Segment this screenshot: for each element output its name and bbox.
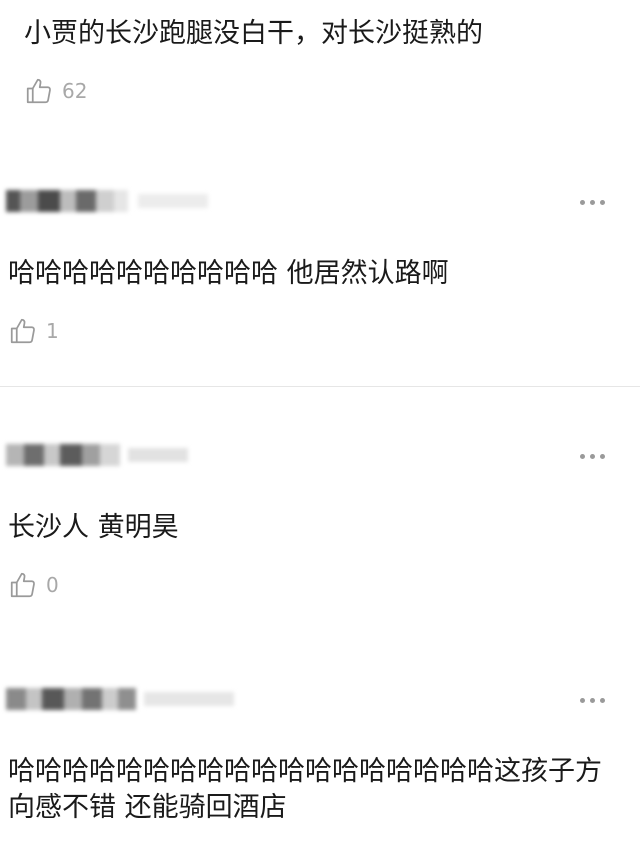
like-count: 1 [46,319,59,343]
like-button[interactable]: 62 [24,76,87,106]
comment-text: 小贾的长沙跑腿没白干，对长沙挺熟的 [24,18,483,49]
thumbs-up-icon [26,78,51,104]
comment-text: 哈哈哈哈哈哈哈哈哈哈哈哈哈哈哈哈哈哈这孩子方向感不错 还能骑回酒店 [8,756,602,823]
comment-text: 哈哈哈哈哈哈哈哈哈哈 他居然认路啊 [8,258,449,289]
more-dots-icon[interactable] [580,698,605,703]
username-blurred [6,688,234,710]
comment-text: 长沙人 黄明昊 [8,512,179,543]
more-dots-icon[interactable] [580,200,605,205]
like-count: 62 [62,79,88,103]
more-dots-icon[interactable] [580,454,605,459]
like-button[interactable]: 0 [8,570,59,600]
thumbs-up-icon [10,572,35,598]
thumbs-up-icon [10,318,35,344]
divider [0,386,640,387]
username-blurred [6,190,208,212]
username-blurred [6,444,188,466]
like-button[interactable]: 1 [8,316,59,346]
like-count: 0 [46,573,59,597]
